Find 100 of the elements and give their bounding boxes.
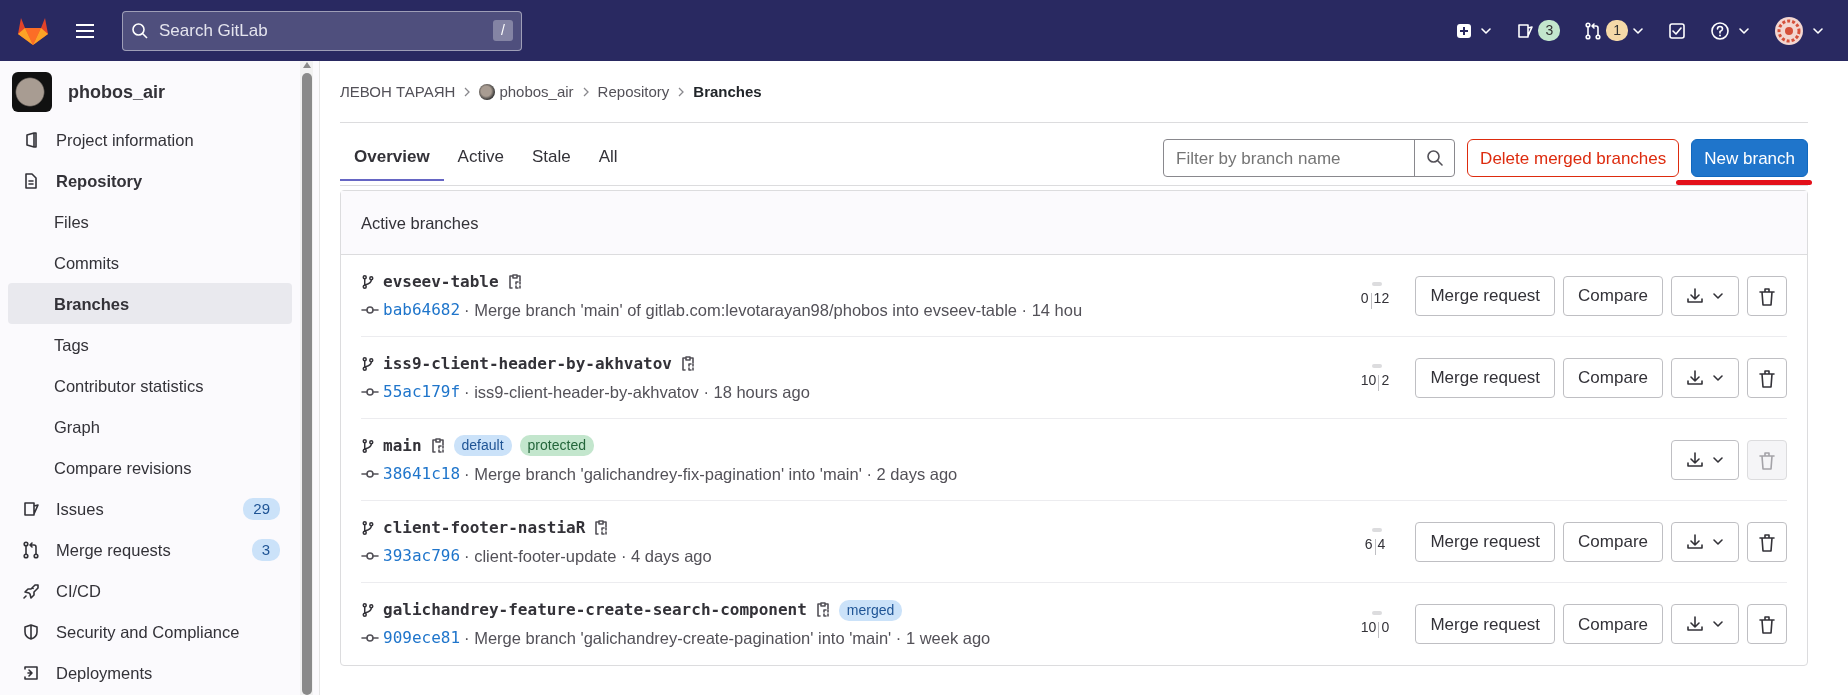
ahead-count: 2 <box>1381 371 1390 391</box>
delete-button[interactable] <box>1747 604 1787 645</box>
copy-icon[interactable] <box>814 601 831 619</box>
sidebar-item[interactable]: CI/CD <box>8 570 292 612</box>
action-button[interactable]: Merge request <box>1415 521 1556 562</box>
commit-icon <box>361 303 379 316</box>
download-dropdown[interactable] <box>1671 275 1739 316</box>
delete-button[interactable] <box>1747 275 1787 316</box>
filter-box[interactable]: Filter by branch name <box>1163 139 1456 178</box>
counter-link[interactable]: 1 <box>1584 20 1644 42</box>
count-badge: 29 <box>243 497 280 521</box>
search-box[interactable]: Search GitLab / <box>122 10 522 51</box>
branch-icon <box>361 602 375 618</box>
branch-icon <box>361 519 375 536</box>
document-icon <box>22 171 40 190</box>
commit-sha-link[interactable]: 909ece81 <box>383 626 461 651</box>
merge-request-icon <box>1584 21 1603 40</box>
copy-icon[interactable] <box>429 436 446 455</box>
branch-name[interactable]: client-footer-nastiaR <box>383 515 586 540</box>
project-name[interactable]: phobos_air <box>68 78 165 106</box>
action-button[interactable]: Compare <box>1563 357 1663 398</box>
commit-sha-link[interactable]: 393ac796 <box>383 543 461 568</box>
sidebar-item[interactable]: Merge requests 3 <box>8 529 292 571</box>
commit-icon <box>361 632 379 645</box>
issues-icon <box>22 499 40 518</box>
search-icon <box>1425 149 1444 168</box>
search-field[interactable]: Search GitLab <box>157 16 486 45</box>
counter-link[interactable]: 3 <box>1516 20 1561 42</box>
sidebar-item[interactable]: Deployments <box>8 652 292 694</box>
commit-message: · Merge branch 'galichandrey-fix-pagination' into 'main' · 2 days ago <box>464 463 958 485</box>
tab[interactable]: All <box>584 133 632 182</box>
behind-count: 10 <box>1360 617 1377 637</box>
delete-merged-button[interactable]: Delete merged branches <box>1467 139 1680 178</box>
copy-icon[interactable] <box>680 354 696 373</box>
checkbox-icon[interactable] <box>1668 21 1686 40</box>
commit-message: · client-footer-update · 4 days ago <box>464 545 712 567</box>
user-menu[interactable] <box>1774 15 1824 46</box>
trash-icon <box>1758 450 1776 471</box>
download-dropdown[interactable] <box>1671 439 1739 480</box>
sidebar-item[interactable]: Project information <box>8 119 292 161</box>
commit-message: · Merge branch 'galichandrey-create-pagination' into 'main' · 1 week ago <box>464 628 991 649</box>
download-dropdown[interactable] <box>1671 357 1739 398</box>
download-icon <box>1686 368 1704 387</box>
delete-button[interactable] <box>1747 521 1787 562</box>
download-dropdown[interactable] <box>1671 604 1739 645</box>
copy-icon[interactable] <box>593 518 610 537</box>
branch-name[interactable]: galichandrey-feature-create-search-component <box>383 598 807 622</box>
commit-message: · iss9-client-header-by-akhvatov · 18 hours ago <box>464 381 810 403</box>
avatar-icon <box>1774 15 1804 46</box>
commit-icon <box>361 467 379 480</box>
card-title: Active branches <box>341 191 1807 256</box>
sidebar-subitem[interactable]: Branches <box>8 283 292 325</box>
sidebar-item[interactable]: Repository <box>8 160 292 202</box>
branch-name[interactable]: iss9-client-header-by-akhvatov <box>383 351 672 376</box>
delete-button[interactable] <box>1747 357 1787 398</box>
action-button[interactable]: Merge request <box>1415 275 1556 316</box>
action-button[interactable]: Merge request <box>1415 357 1556 398</box>
help-menu[interactable] <box>1710 20 1750 41</box>
sidebar-subitem[interactable]: Tags <box>8 324 292 366</box>
breadcrumb-link[interactable]: Repository <box>597 80 670 104</box>
count-badge: 3 <box>251 538 280 562</box>
sidebar-subitem[interactable]: Compare revisions <box>8 447 292 489</box>
menu-icon[interactable] <box>74 21 96 40</box>
count-badge: 3 <box>1538 20 1561 42</box>
ahead-count: 4 <box>1377 535 1386 555</box>
download-dropdown[interactable] <box>1671 521 1739 562</box>
new-branch-button[interactable]: New branch <box>1691 139 1808 178</box>
download-icon <box>1686 532 1704 551</box>
new-menu[interactable] <box>1456 22 1493 39</box>
action-button[interactable]: Merge request <box>1415 604 1556 645</box>
scrollbar-thumb[interactable] <box>301 73 312 695</box>
commit-sha-link[interactable]: 38641c18 <box>383 461 461 486</box>
issues-icon <box>1516 21 1535 40</box>
action-button[interactable]: Compare <box>1563 604 1663 645</box>
ahead-count: 0 <box>1381 617 1390 637</box>
chevron-right-icon <box>677 86 686 97</box>
tab[interactable]: Overview <box>340 133 444 182</box>
tab[interactable]: Active <box>443 133 518 182</box>
help-icon <box>1710 20 1730 41</box>
commit-sha-link[interactable]: 55ac179f <box>383 379 461 404</box>
tab[interactable]: Stale <box>517 133 585 182</box>
sidebar-subitem[interactable]: Commits <box>8 242 292 284</box>
breadcrumb-link[interactable]: phobos_air <box>479 80 574 104</box>
deploy-icon <box>22 663 40 682</box>
breadcrumb-link[interactable]: Branches <box>693 80 762 104</box>
project-avatar <box>12 72 52 113</box>
sidebar-subitem[interactable]: Files <box>8 201 292 243</box>
action-button[interactable]: Compare <box>1563 521 1663 562</box>
sidebar-item[interactable]: Issues 29 <box>8 488 292 530</box>
branch-name[interactable]: main <box>383 433 422 458</box>
sidebar-item[interactable]: Security and Compliance <box>8 611 292 653</box>
branch-name[interactable]: evseev-table <box>383 269 499 294</box>
copy-icon[interactable] <box>506 272 523 291</box>
chevron-right-icon <box>463 86 472 97</box>
action-button[interactable]: Compare <box>1563 275 1663 316</box>
sidebar-subitem[interactable]: Contributor statistics <box>8 365 292 407</box>
breadcrumb-link[interactable]: ЛЕВОН ТАРАЯН <box>340 80 456 104</box>
download-icon <box>1686 615 1704 634</box>
commit-sha-link[interactable]: bab64682 <box>383 297 461 322</box>
sidebar-subitem[interactable]: Graph <box>8 406 292 448</box>
